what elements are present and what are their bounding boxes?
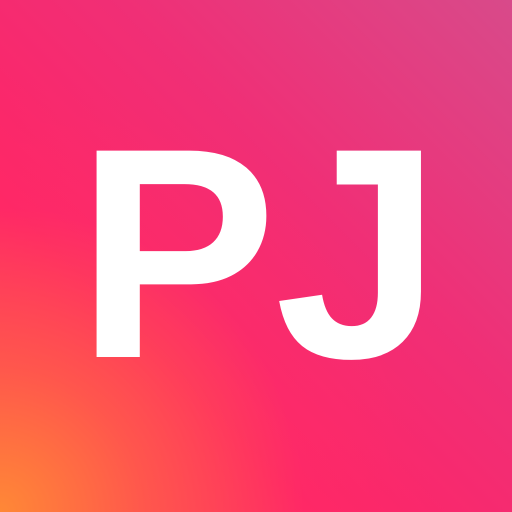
app-icon-tile: PJ [0, 0, 512, 512]
app-icon-monogram: PJ [76, 85, 442, 421]
